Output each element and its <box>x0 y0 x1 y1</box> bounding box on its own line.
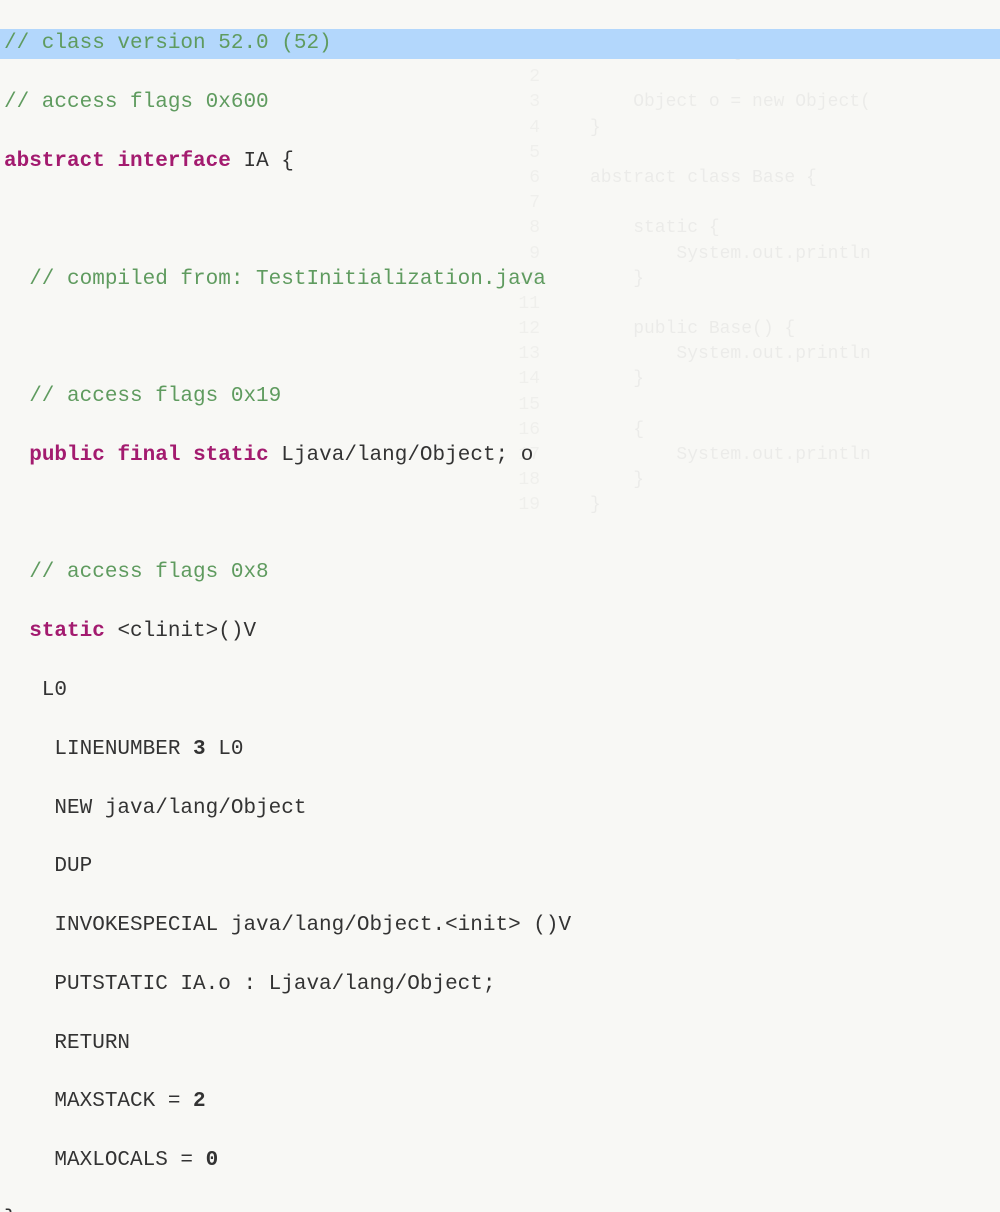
keyword: static <box>193 444 269 467</box>
instruction-text: MAXSTACK = <box>4 1090 193 1113</box>
keyword: public <box>29 444 105 467</box>
instruction-text: MAXLOCALS = <box>4 1149 206 1172</box>
code-line[interactable]: // access flags 0x600 <box>0 88 1000 117</box>
instruction-text: LINENUMBER <box>4 738 193 761</box>
code-line[interactable]: // class version 52.0 (52) <box>0 29 1000 58</box>
keyword: interface <box>117 150 230 173</box>
comment-text: // access flags 0x600 <box>4 91 269 114</box>
code-line[interactable]: static <clinit>()V <box>0 617 1000 646</box>
code-line[interactable]: L0 <box>0 676 1000 705</box>
brace: } <box>4 1208 17 1212</box>
label-text: L0 <box>206 738 244 761</box>
number: 0 <box>206 1149 219 1172</box>
instruction-text: NEW java/lang/Object <box>4 797 306 820</box>
code-line[interactable]: INVOKESPECIAL java/lang/Object.<init> ()… <box>0 911 1000 940</box>
comment-text: // class version 52.0 (52) <box>4 32 332 55</box>
keyword: static <box>29 620 105 643</box>
keyword: final <box>117 444 180 467</box>
code-line[interactable]: // access flags 0x19 <box>0 382 1000 411</box>
code-line[interactable]: NEW java/lang/Object <box>0 794 1000 823</box>
instruction-text: DUP <box>4 855 92 878</box>
code-line[interactable] <box>0 206 1000 235</box>
comment-text: // access flags 0x8 <box>4 561 269 584</box>
instruction-text: RETURN <box>4 1032 130 1055</box>
code-line[interactable]: DUP <box>0 852 1000 881</box>
code-line[interactable]: MAXLOCALS = 0 <box>0 1146 1000 1175</box>
code-line[interactable]: PUTSTATIC IA.o : Ljava/lang/Object; <box>0 970 1000 999</box>
type-text: Ljava/lang/Object; o <box>269 444 534 467</box>
instruction-text: INVOKESPECIAL java/lang/Object.<init> ()… <box>4 914 571 937</box>
comment-text: // compiled from: TestInitialization.jav… <box>4 268 546 291</box>
brace: { <box>269 150 294 173</box>
code-line[interactable] <box>0 323 1000 352</box>
bytecode-viewer[interactable]: // class version 52.0 (52) // access fla… <box>0 0 1000 1212</box>
number: 3 <box>193 738 206 761</box>
label-text: L0 <box>4 679 67 702</box>
code-line[interactable]: MAXSTACK = 2 <box>0 1087 1000 1116</box>
code-line[interactable]: } <box>0 1205 1000 1212</box>
keyword: abstract <box>4 150 105 173</box>
code-line[interactable]: LINENUMBER 3 L0 <box>0 735 1000 764</box>
code-line[interactable]: // compiled from: TestInitialization.jav… <box>0 265 1000 294</box>
comment-text: // access flags 0x19 <box>4 385 281 408</box>
identifier: IA <box>243 150 268 173</box>
code-line[interactable] <box>0 500 1000 529</box>
code-line[interactable]: abstract interface IA { <box>0 147 1000 176</box>
code-line[interactable]: public final static Ljava/lang/Object; o <box>0 441 1000 470</box>
code-line[interactable]: RETURN <box>0 1029 1000 1058</box>
code-line[interactable]: // access flags 0x8 <box>0 558 1000 587</box>
method-text: <clinit>()V <box>105 620 256 643</box>
instruction-text: PUTSTATIC IA.o : Ljava/lang/Object; <box>4 973 495 996</box>
number: 2 <box>193 1090 206 1113</box>
